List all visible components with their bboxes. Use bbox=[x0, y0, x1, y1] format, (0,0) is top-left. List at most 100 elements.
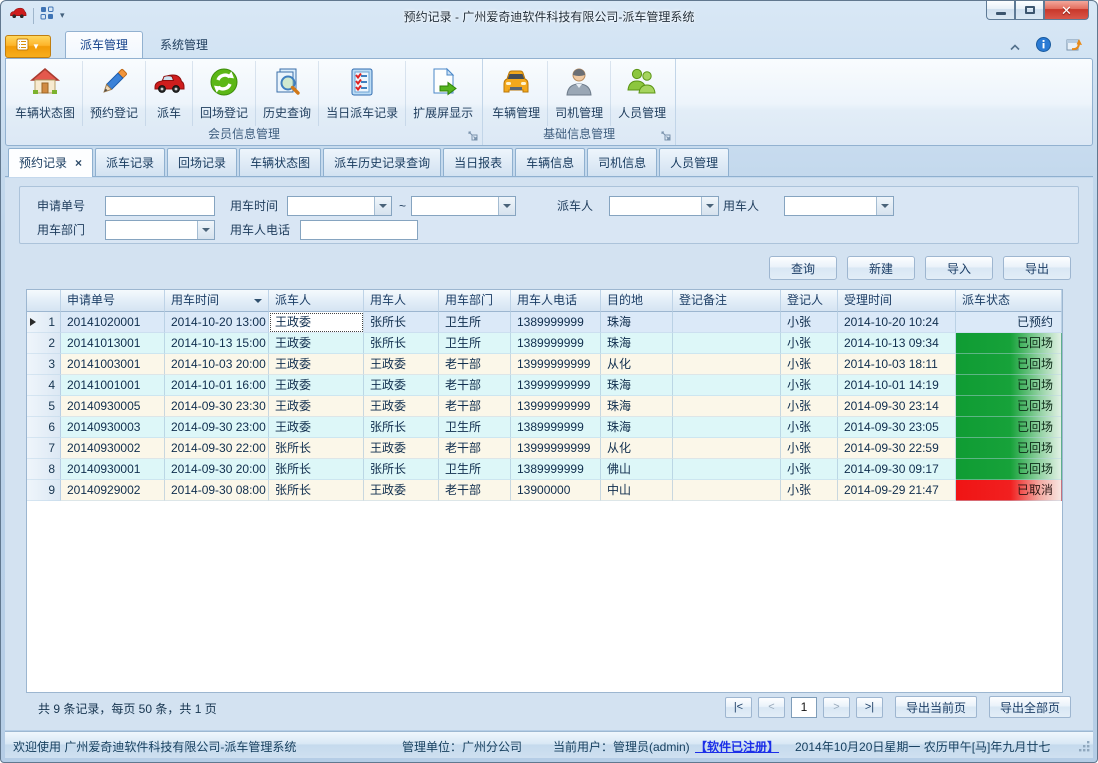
table-row[interactable]: 9201409290022014-09-30 08:00张所长王政委老干部139… bbox=[27, 480, 1062, 501]
grid-cell[interactable]: 珠海 bbox=[601, 417, 673, 438]
grid-cell[interactable]: 2014-09-30 22:00 bbox=[165, 438, 269, 459]
grid-cell[interactable] bbox=[673, 354, 781, 375]
grid-cell[interactable]: 1389999999 bbox=[511, 417, 601, 438]
grid-cell[interactable] bbox=[673, 312, 781, 333]
dispatch-status-cell[interactable]: 已回场 bbox=[956, 459, 1062, 480]
row-selector-cell[interactable]: 8 bbox=[27, 459, 61, 480]
table-row[interactable]: 1201410200012014-10-20 13:00王政委张所长卫生所138… bbox=[27, 312, 1062, 333]
table-row[interactable]: 5201409300052014-09-30 23:30王政委王政委老干部139… bbox=[27, 396, 1062, 417]
grid-cell[interactable]: 1389999999 bbox=[511, 459, 601, 480]
combo-arrow-icon[interactable] bbox=[374, 197, 391, 215]
document-tab[interactable]: 司机信息 bbox=[587, 148, 657, 176]
grid-cell[interactable]: 13999999999 bbox=[511, 438, 601, 459]
grid-cell[interactable]: 2014-09-30 23:00 bbox=[165, 417, 269, 438]
grid-cell[interactable]: 2014-09-29 21:47 bbox=[838, 480, 956, 501]
import-button[interactable]: 导入 bbox=[925, 256, 993, 280]
license-link[interactable]: 【软件已注册】 bbox=[695, 738, 779, 755]
grid-cell[interactable]: 20141013001 bbox=[61, 333, 165, 354]
grid-cell[interactable]: 王政委 bbox=[269, 396, 364, 417]
table-row[interactable]: 4201410010012014-10-01 16:00王政委王政委老干部139… bbox=[27, 375, 1062, 396]
grid-cell[interactable]: 13900000 bbox=[511, 480, 601, 501]
grid-cell[interactable]: 王政委 bbox=[269, 417, 364, 438]
column-header[interactable]: 派车状态 bbox=[956, 290, 1062, 312]
row-selector-cell[interactable]: 5 bbox=[27, 396, 61, 417]
grid-cell[interactable] bbox=[673, 438, 781, 459]
car-user-combo[interactable] bbox=[784, 196, 894, 216]
grid-cell[interactable]: 2014-10-20 13:00 bbox=[165, 312, 269, 333]
grid-cell[interactable]: 小张 bbox=[781, 354, 838, 375]
grid-cell[interactable]: 卫生所 bbox=[439, 333, 511, 354]
grid-cell[interactable]: 王政委 bbox=[269, 375, 364, 396]
grid-cell[interactable]: 张所长 bbox=[269, 480, 364, 501]
grid-cell[interactable]: 王政委 bbox=[364, 396, 439, 417]
query-button[interactable]: 查询 bbox=[769, 256, 837, 280]
grid-cell[interactable]: 1389999999 bbox=[511, 312, 601, 333]
grid-cell[interactable]: 20140930001 bbox=[61, 459, 165, 480]
dispatcher-combo[interactable] bbox=[609, 196, 719, 216]
ribbon-button[interactable]: 派车 bbox=[146, 61, 193, 126]
grid-cell[interactable]: 2014-09-30 09:17 bbox=[838, 459, 956, 480]
table-row[interactable]: 7201409300022014-09-30 22:00张所长王政委老干部139… bbox=[27, 438, 1062, 459]
first-page-button[interactable]: |< bbox=[725, 697, 752, 718]
grid-cell[interactable]: 小张 bbox=[781, 438, 838, 459]
grid-cell[interactable]: 珠海 bbox=[601, 375, 673, 396]
column-header[interactable]: 用车人电话 bbox=[511, 290, 601, 312]
grid-cell[interactable]: 张所长 bbox=[364, 459, 439, 480]
grid-cell[interactable]: 小张 bbox=[781, 396, 838, 417]
grid-cell[interactable]: 2014-09-30 23:30 bbox=[165, 396, 269, 417]
grid-cell[interactable]: 小张 bbox=[781, 312, 838, 333]
row-selector-cell[interactable]: 3 bbox=[27, 354, 61, 375]
grid-cell[interactable]: 小张 bbox=[781, 417, 838, 438]
row-selector-cell[interactable]: 7 bbox=[27, 438, 61, 459]
maximize-button[interactable] bbox=[1015, 1, 1044, 20]
title-bar[interactable]: ▾ 预约记录 - 广州爱奇迪软件科技有限公司-派车管理系统 ✕ bbox=[1, 1, 1097, 31]
dispatch-status-cell[interactable]: 已回场 bbox=[956, 396, 1062, 417]
prev-page-button[interactable]: < bbox=[758, 697, 785, 718]
close-button[interactable]: ✕ bbox=[1044, 1, 1089, 20]
combo-arrow-icon[interactable] bbox=[701, 197, 718, 215]
style-switch-icon[interactable] bbox=[1066, 37, 1083, 57]
ribbon-button[interactable]: 扩展屏显示 bbox=[406, 61, 480, 126]
column-header[interactable]: 受理时间 bbox=[838, 290, 956, 312]
dispatch-status-cell[interactable]: 已回场 bbox=[956, 354, 1062, 375]
document-tab[interactable]: 车辆状态图 bbox=[239, 148, 321, 176]
grid-cell[interactable]: 王政委 bbox=[364, 438, 439, 459]
grid-cell[interactable] bbox=[673, 333, 781, 354]
column-header[interactable]: 申请单号 bbox=[61, 290, 165, 312]
info-icon[interactable] bbox=[1036, 37, 1051, 57]
grid-cell[interactable]: 2014-10-01 16:00 bbox=[165, 375, 269, 396]
grid-cell[interactable]: 珠海 bbox=[601, 312, 673, 333]
grid-cell[interactable]: 王政委 bbox=[364, 480, 439, 501]
table-row[interactable]: 3201410030012014-10-03 20:00王政委王政委老干部139… bbox=[27, 354, 1062, 375]
grid-cell[interactable]: 王政委 bbox=[269, 333, 364, 354]
grid-cell[interactable]: 20141001001 bbox=[61, 375, 165, 396]
document-tab[interactable]: 人员管理 bbox=[659, 148, 729, 176]
grid-cell[interactable]: 2014-10-13 15:00 bbox=[165, 333, 269, 354]
next-page-button[interactable]: > bbox=[823, 697, 850, 718]
ribbon-button[interactable]: 司机管理 bbox=[548, 61, 611, 126]
grid-cell[interactable]: 1389999999 bbox=[511, 333, 601, 354]
grid-cell[interactable]: 佛山 bbox=[601, 459, 673, 480]
ribbon-button[interactable]: 回场登记 bbox=[193, 61, 256, 126]
grid-cell[interactable]: 从化 bbox=[601, 354, 673, 375]
ribbon-button[interactable]: 当日派车记录 bbox=[319, 61, 406, 126]
grid-cell[interactable]: 2014-10-20 10:24 bbox=[838, 312, 956, 333]
column-header[interactable]: 用车人 bbox=[364, 290, 439, 312]
row-selector-header[interactable] bbox=[27, 290, 61, 312]
page-number-input[interactable]: 1 bbox=[791, 697, 817, 718]
export-button[interactable]: 导出 bbox=[1003, 256, 1071, 280]
grid-cell[interactable]: 13999999999 bbox=[511, 375, 601, 396]
last-page-button[interactable]: >| bbox=[856, 697, 883, 718]
dialog-launcher-icon[interactable] bbox=[661, 129, 671, 146]
grid-cell[interactable] bbox=[673, 480, 781, 501]
table-row[interactable]: 8201409300012014-09-30 20:00张所长张所长卫生所138… bbox=[27, 459, 1062, 480]
grid-cell[interactable]: 老干部 bbox=[439, 354, 511, 375]
grid-cell[interactable]: 20140930002 bbox=[61, 438, 165, 459]
column-header[interactable]: 登记备注 bbox=[673, 290, 781, 312]
grid-cell[interactable]: 2014-09-30 23:05 bbox=[838, 417, 956, 438]
column-header[interactable]: 用车时间 bbox=[165, 290, 269, 312]
column-header[interactable]: 登记人 bbox=[781, 290, 838, 312]
grid-cell[interactable]: 老干部 bbox=[439, 438, 511, 459]
combo-arrow-icon[interactable] bbox=[197, 221, 214, 239]
application-menu-button[interactable]: ▼ bbox=[5, 35, 51, 58]
